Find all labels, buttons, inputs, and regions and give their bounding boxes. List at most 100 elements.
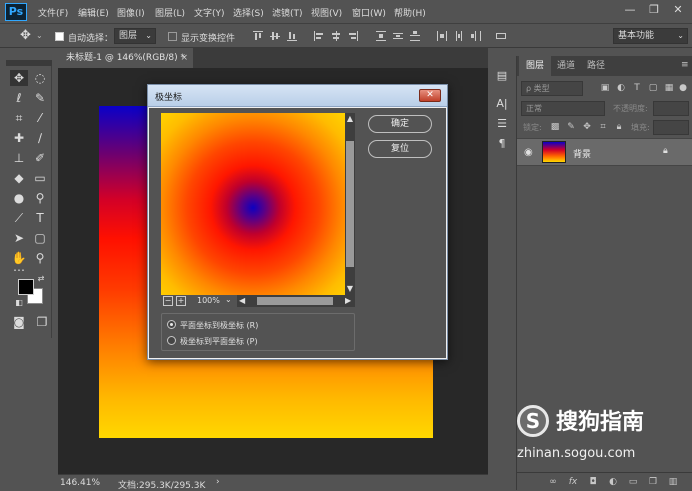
distribute-right-icon[interactable]	[471, 31, 481, 41]
document-tab[interactable]: 未标题-1 @ 146%(RGB/8) * ×	[58, 48, 193, 68]
align-top-icon[interactable]	[253, 31, 263, 41]
show-transform-checkbox[interactable]	[168, 32, 177, 41]
menu-help[interactable]: 帮助(H)	[394, 6, 426, 19]
link-layers-icon[interactable]: ∞	[547, 476, 559, 488]
filter-type-icon[interactable]: T	[631, 82, 643, 94]
crop-tool-icon[interactable]: ⌗	[10, 110, 28, 126]
gradient-tool-icon[interactable]: ▭	[31, 170, 49, 186]
ok-button[interactable]: 确定	[368, 115, 432, 133]
layer-style-icon[interactable]: fx	[567, 476, 579, 488]
move-icon[interactable]: ✥	[20, 28, 31, 43]
quick-mask-icon[interactable]: ◙	[10, 314, 28, 330]
layer-row-background[interactable]: ◉ 背景 🔒︎	[517, 138, 692, 166]
tab-channels[interactable]: 通道	[551, 56, 581, 76]
menu-select[interactable]: 选择(S)	[233, 6, 264, 19]
dodge-tool-icon[interactable]: ⚲	[31, 190, 49, 206]
more-tools-icon[interactable]: …	[10, 261, 28, 273]
preview-vertical-thumb[interactable]	[346, 141, 354, 267]
restore-button[interactable]: ❐	[644, 2, 664, 18]
lock-position-icon[interactable]: ✥	[581, 121, 593, 133]
lasso-tool-icon[interactable]: ℓ	[10, 90, 28, 106]
rect-to-polar-label[interactable]: 平面坐标到极坐标 (R)	[180, 320, 258, 331]
blur-tool-icon[interactable]: ●	[10, 190, 28, 206]
new-group-icon[interactable]: ▭	[627, 476, 639, 488]
menu-view[interactable]: 视图(V)	[311, 6, 342, 19]
layer-name[interactable]: 背景	[573, 147, 591, 160]
scroll-down-arrow-icon[interactable]: ▼	[345, 283, 355, 295]
minimize-button[interactable]: —	[620, 2, 640, 18]
quick-select-tool-icon[interactable]: ✎	[31, 90, 49, 106]
workspace-dropdown[interactable]: 基本功能 ⌄	[613, 28, 688, 44]
reset-button[interactable]: 复位	[368, 140, 432, 158]
lock-all-icon[interactable]: 🔒︎	[613, 121, 625, 133]
brush-tool-icon[interactable]: ∕	[31, 130, 49, 146]
menu-window[interactable]: 窗口(W)	[352, 6, 386, 19]
screen-mode-icon[interactable]: ❐	[33, 314, 51, 330]
adjustment-layer-icon[interactable]: ◐	[607, 476, 619, 488]
clone-stamp-tool-icon[interactable]: ⊥	[10, 150, 28, 166]
preview-vertical-scrollbar[interactable]: ▲ ▼	[345, 113, 355, 295]
filter-preview[interactable]	[161, 113, 345, 295]
move-tool-icon[interactable]: ✥	[10, 70, 28, 86]
rect-to-polar-radio[interactable]	[167, 320, 176, 329]
align-bottom-icon[interactable]	[287, 31, 297, 41]
menu-image[interactable]: 图像(I)	[117, 6, 145, 19]
tab-paths[interactable]: 路径	[581, 56, 611, 76]
scroll-left-arrow-icon[interactable]: ◀	[239, 295, 245, 307]
properties-panel-icon[interactable]: ☰	[494, 116, 510, 132]
distribute-bottom-icon[interactable]	[410, 31, 420, 41]
distribute-hcenter-icon[interactable]	[454, 31, 464, 41]
path-select-tool-icon[interactable]: ➤	[10, 230, 28, 246]
zoom-in-button[interactable]: +	[176, 296, 186, 306]
filter-pixel-icon[interactable]: ▣	[599, 82, 611, 94]
panel-menu-icon[interactable]: ≡	[681, 60, 689, 70]
character-panel-icon[interactable]: A|	[494, 96, 510, 112]
opacity-field[interactable]	[653, 101, 689, 116]
delete-layer-icon[interactable]: ▥	[667, 476, 679, 488]
polar-to-rect-label[interactable]: 极坐标到平面坐标 (P)	[180, 336, 258, 347]
marquee-tool-icon[interactable]: ◌	[31, 70, 49, 86]
dialog-titlebar[interactable]: 极坐标 ✕	[148, 85, 447, 107]
foreground-color-swatch[interactable]	[18, 279, 34, 295]
paragraph-panel-icon[interactable]: ¶	[494, 136, 510, 152]
align-vcenter-icon[interactable]	[270, 31, 280, 41]
zoom-dropdown-icon[interactable]: ⌄	[225, 295, 232, 304]
zoom-tool-icon[interactable]: ⚲	[31, 250, 49, 266]
distribute-vcenter-icon[interactable]	[393, 31, 403, 41]
status-zoom[interactable]: 146.41%	[60, 478, 100, 488]
align-hcenter-icon[interactable]	[331, 31, 341, 41]
tools-panel-header[interactable]	[6, 60, 52, 66]
fill-field[interactable]	[653, 120, 689, 135]
preview-horizontal-thumb[interactable]	[257, 297, 333, 305]
pen-tool-icon[interactable]: ⟋	[10, 210, 28, 226]
type-tool-icon[interactable]: T	[31, 210, 49, 226]
close-window-button[interactable]: ✕	[668, 2, 688, 18]
tool-preset-chevron-icon[interactable]: ⌄	[36, 31, 43, 40]
distribute-top-icon[interactable]	[376, 31, 386, 41]
scroll-right-arrow-icon[interactable]: ▶	[345, 295, 351, 307]
scroll-up-arrow-icon[interactable]: ▲	[345, 113, 355, 125]
close-tab-icon[interactable]: ×	[180, 48, 188, 68]
lock-artboard-icon[interactable]: ⌗	[597, 121, 609, 133]
auto-align-icon[interactable]	[496, 31, 506, 41]
swap-colors-icon[interactable]: ⇄	[36, 274, 46, 284]
polar-to-rect-radio[interactable]	[167, 336, 176, 345]
menu-file[interactable]: 文件(F)	[38, 6, 68, 19]
filter-smart-object-icon[interactable]: ▦	[663, 82, 675, 94]
distribute-left-icon[interactable]	[437, 31, 447, 41]
shape-tool-icon[interactable]: ▢	[31, 230, 49, 246]
preview-horizontal-scrollbar[interactable]: ◀ ▶	[237, 295, 355, 307]
auto-select-dropdown[interactable]: 图层 ⌄	[114, 28, 156, 44]
default-colors-icon[interactable]: ◧	[14, 298, 24, 308]
filter-toggle-icon[interactable]: ●	[677, 82, 689, 94]
filter-shape-icon[interactable]: ▢	[647, 82, 659, 94]
menu-layer[interactable]: 图层(L)	[155, 6, 185, 19]
history-panel-icon[interactable]: ▤	[494, 68, 510, 84]
eyedropper-tool-icon[interactable]: ⁄	[31, 110, 49, 126]
healing-brush-tool-icon[interactable]: ✚	[10, 130, 28, 146]
layer-kind-filter[interactable]: ρ 类型	[521, 81, 583, 96]
zoom-out-button[interactable]: −	[163, 296, 173, 306]
eraser-tool-icon[interactable]: ◆	[10, 170, 28, 186]
align-right-icon[interactable]	[348, 31, 358, 41]
dialog-close-button[interactable]: ✕	[419, 89, 441, 102]
